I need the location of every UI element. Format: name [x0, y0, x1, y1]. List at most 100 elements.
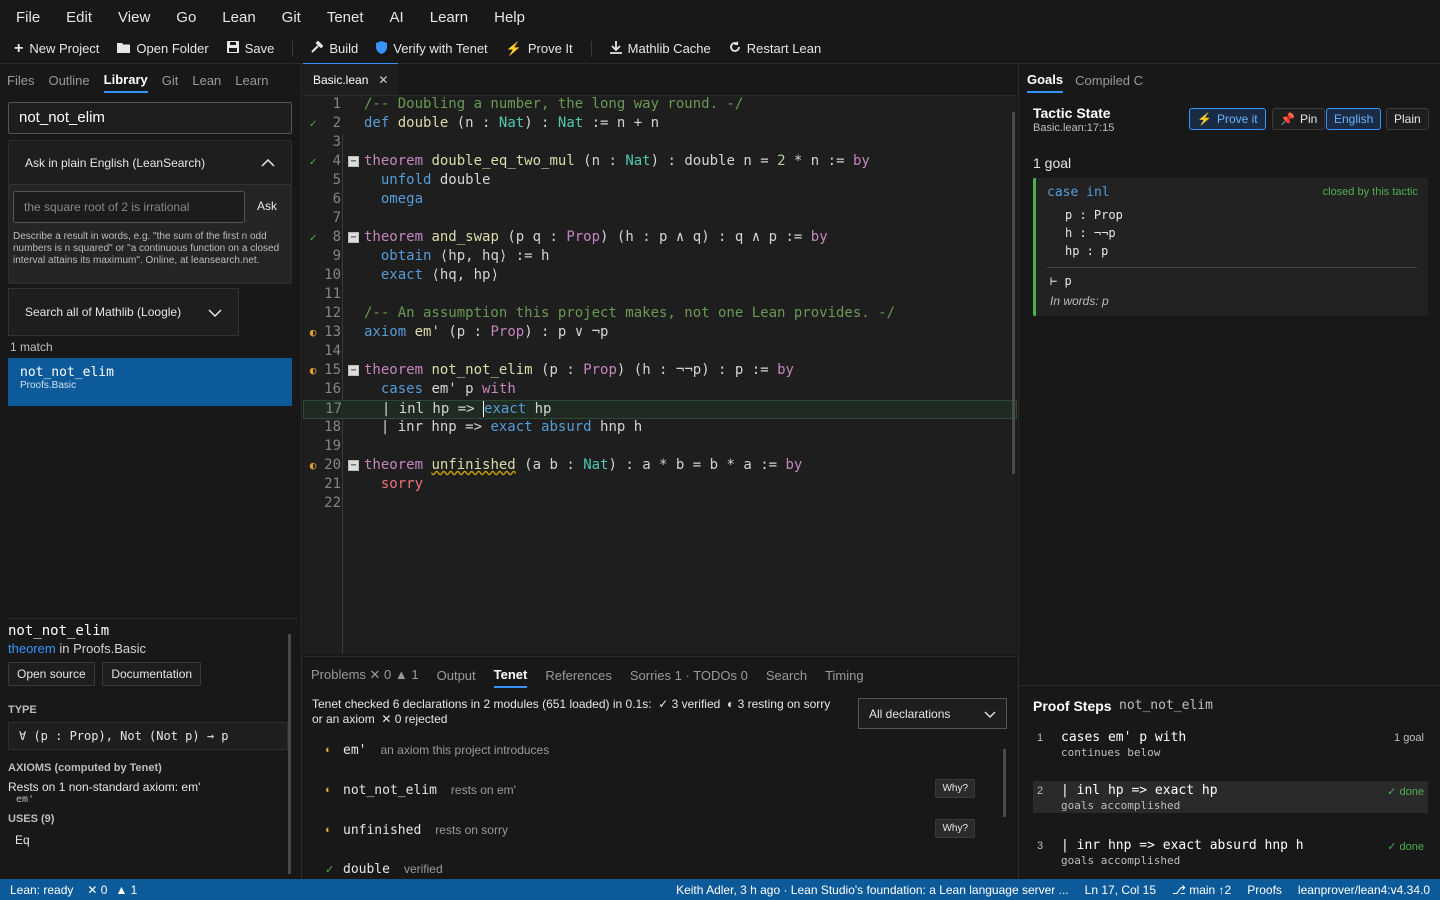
status-branch[interactable]: ⎇ main ↑2 — [1172, 883, 1231, 897]
status-errors[interactable]: ✕ 0 — [87, 883, 107, 897]
code-lines[interactable]: 1/-- Doubling a number, the long way rou… — [303, 96, 1017, 514]
pin-icon: 📌 — [1280, 112, 1295, 126]
declaration-row[interactable]: ✓ double verified — [325, 858, 997, 880]
status-commit[interactable]: Keith Adler, 3 h ago · Lean Studio's fou… — [676, 883, 1069, 897]
goal-target: ⊢ p — [1050, 274, 1072, 288]
ask-english-input[interactable]: the square root of 2 is irrational — [13, 191, 245, 223]
code-line: 14 — [324, 343, 341, 359]
tab-goals[interactable]: Goals — [1027, 68, 1064, 93]
menu-file[interactable]: File — [16, 9, 40, 26]
tab-references[interactable]: References — [545, 664, 611, 687]
tab-learn[interactable]: Learn — [235, 69, 268, 92]
why-button[interactable]: Why? — [935, 779, 975, 798]
prove-it-button[interactable]: ⚡ Prove It — [506, 41, 573, 57]
menu-view[interactable]: View — [118, 9, 150, 26]
library-result-item[interactable]: not_not_elim Proofs.Basic — [8, 358, 292, 406]
tactic-state-location: Basic.lean:17:15 — [1033, 122, 1115, 134]
menu-lean[interactable]: Lean — [222, 9, 255, 26]
ask-english-header[interactable]: Ask in plain English (LeanSearch) — [9, 141, 291, 185]
editor-tab[interactable]: Basic.lean ✕ — [303, 63, 399, 95]
tab-problems[interactable]: Problems ✕ 0 ▲ 1 — [311, 663, 419, 687]
menu-learn[interactable]: Learn — [430, 9, 468, 26]
verified-count: ✓ 3 verified — [654, 697, 721, 711]
menu-git[interactable]: Git — [282, 9, 301, 26]
documentation-button[interactable]: Documentation — [102, 662, 202, 686]
tab-tenet[interactable]: Tenet — [493, 663, 528, 688]
status-proofs[interactable]: Proofs — [1247, 883, 1282, 897]
fold-icon[interactable]: − — [348, 460, 359, 471]
proof-steps-section: Proof Steps not_not_elim 1 cases em' p w… — [1019, 685, 1440, 879]
menu-tenet[interactable]: Tenet — [327, 9, 364, 26]
menu-go[interactable]: Go — [176, 9, 196, 26]
open-source-button[interactable]: Open source — [8, 662, 95, 686]
tab-lean[interactable]: Lean — [192, 69, 221, 92]
code-line: 16 cases em' p with — [324, 381, 516, 397]
tab-git[interactable]: Git — [162, 69, 179, 92]
tab-search[interactable]: Search — [766, 664, 807, 687]
save-button[interactable]: Save — [226, 41, 274, 56]
english-toggle[interactable]: English — [1326, 108, 1382, 130]
library-search-input[interactable]: not_not_elim — [8, 102, 292, 134]
check-icon: ✓ — [325, 863, 335, 876]
plain-toggle[interactable]: Plain — [1386, 108, 1429, 130]
declaration-row[interactable]: ◐ em' an axiom this project introduces — [325, 739, 997, 761]
menu-ai[interactable]: AI — [390, 9, 404, 26]
tab-timing[interactable]: Timing — [825, 664, 864, 687]
ask-button[interactable]: Ask — [257, 199, 277, 213]
status-toolchain[interactable]: leanprover/lean4:v4.34.0 — [1298, 883, 1430, 897]
status-cursor-position[interactable]: Ln 17, Col 15 — [1085, 883, 1156, 897]
step-result: ✓ done — [1387, 786, 1424, 798]
menu-edit[interactable]: Edit — [66, 9, 92, 26]
why-button[interactable]: Why? — [935, 819, 975, 838]
shield-icon — [376, 40, 388, 57]
detail-kind: theorem in Proofs.Basic — [8, 641, 298, 656]
fold-icon[interactable]: − — [348, 232, 359, 243]
declaration-filter-select[interactable]: All declarations — [858, 698, 1007, 729]
left-scrollbar[interactable] — [288, 634, 291, 874]
open-folder-button[interactable]: Open Folder — [117, 41, 209, 56]
proof-step[interactable]: 3 | inr hnp => exact absurd hnp h goals … — [1033, 836, 1428, 868]
editor-scrollbar[interactable] — [1012, 112, 1015, 474]
mathlib-cache-button[interactable]: Mathlib Cache — [609, 40, 711, 57]
fold-icon[interactable]: − — [348, 365, 359, 376]
tab-output[interactable]: Output — [437, 664, 476, 687]
tab-library[interactable]: Library — [103, 68, 148, 93]
code-line: ◐ 15− theorem not_not_elim (p : Prop) (h :… — [303, 362, 1017, 381]
uses-item[interactable]: Eq — [15, 833, 298, 847]
right-tabs: Goals Compiled C — [1019, 64, 1440, 96]
chevron-down-icon — [208, 305, 222, 320]
detail-kind-link[interactable]: theorem — [8, 641, 56, 656]
restart-lean-button[interactable]: Restart Lean — [729, 41, 821, 56]
result-module: Proofs.Basic — [20, 380, 77, 391]
proof-step[interactable]: 2 | inl hp => exact hp goals accomplishe… — [1033, 781, 1428, 813]
declaration-status: an axiom this project introduces — [380, 743, 550, 757]
declaration-row[interactable]: ◐ unfinished rests on sorry Why? — [325, 819, 997, 841]
tab-sorries[interactable]: Sorries 1 · TODOs 0 — [630, 664, 748, 687]
loogle-search-dropdown[interactable]: Search all of Mathlib (Loogle) — [8, 288, 239, 336]
status-warnings[interactable]: ▲ 1 — [115, 883, 137, 897]
editor-tabs: Basic.lean ✕ — [303, 63, 1017, 96]
pin-button[interactable]: 📌 Pin — [1272, 108, 1326, 130]
tab-outline[interactable]: Outline — [48, 69, 89, 92]
declaration-detail: not_not_elim theorem in Proofs.Basic Ope… — [8, 618, 298, 879]
close-icon[interactable]: ✕ — [378, 73, 388, 87]
lightning-icon: ⚡ — [1197, 112, 1212, 126]
fold-icon[interactable]: − — [348, 156, 359, 167]
rejected-count-label: 0 rejected — [394, 712, 448, 726]
lean-status[interactable]: Lean: ready — [10, 883, 73, 897]
prove-it-small-button[interactable]: ⚡ Prove it — [1189, 108, 1266, 130]
half-circle-icon: ◐ — [325, 744, 332, 756]
menu-help[interactable]: Help — [494, 9, 525, 26]
declaration-row[interactable]: ◐ not_not_elim rests on em' Why? — [325, 779, 997, 801]
ask-english-section: Ask in plain English (LeanSearch) the sq… — [8, 140, 292, 284]
tab-files[interactable]: Files — [7, 69, 34, 92]
axioms-text: Rests on 1 non-standard axiom: em' — [8, 780, 201, 794]
tab-compiled-c[interactable]: Compiled C — [1075, 69, 1143, 92]
bottom-scrollbar[interactable] — [1003, 749, 1006, 817]
build-button[interactable]: Build — [311, 40, 358, 56]
proof-step[interactable]: 1 cases em' p with continues below 1 goa… — [1033, 728, 1428, 760]
verify-button[interactable]: Verify with Tenet — [376, 40, 488, 57]
plus-icon: + — [14, 39, 24, 57]
code-line: 7 — [332, 210, 341, 226]
new-project-button[interactable]: + New Project — [14, 40, 99, 58]
